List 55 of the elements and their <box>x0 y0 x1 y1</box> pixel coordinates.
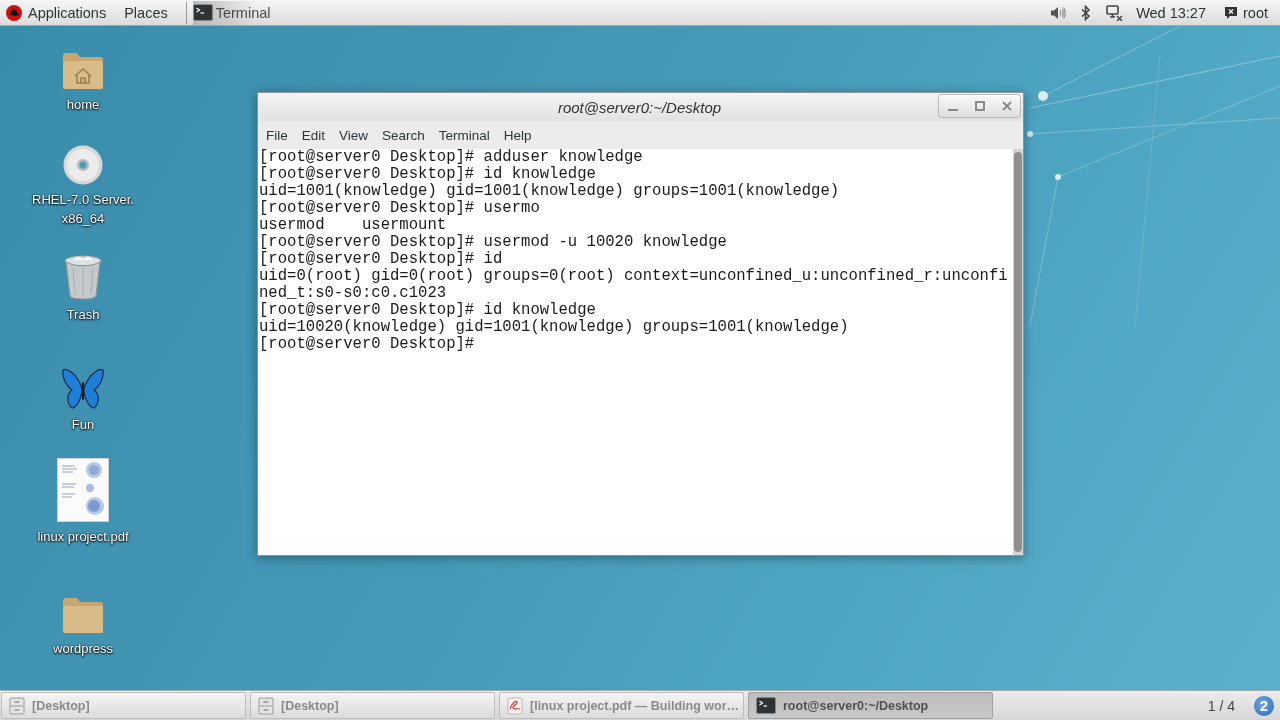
butterfly-icon <box>62 368 104 410</box>
disc-icon <box>63 145 103 185</box>
folder-icon <box>62 596 104 634</box>
terminal-line: uid=10020(knowledge) gid=1001(knowledge) groups=1001(knowledge) <box>259 319 850 336</box>
menu-item[interactable]: View <box>332 123 376 147</box>
taskbar-item-label: [Desktop] <box>32 698 90 713</box>
terminal-line: [root@server0 Desktop]# adduser knowledge <box>259 149 644 166</box>
terminal-line: [root@server0 Desktop]# id knowledge <box>259 166 597 183</box>
desktop-icon-label[interactable]: Trash <box>66 305 100 324</box>
terminal-line: ned_t:s0-s0:c0.c1023 <box>259 285 448 302</box>
menu-item[interactable]: Edit <box>294 123 333 147</box>
places-menu[interactable]: Places <box>122 0 170 25</box>
workspace-indicator[interactable]: 1 / 4 <box>1207 697 1235 714</box>
trash-icon <box>63 254 103 300</box>
app-menu-label: Terminal <box>215 4 271 21</box>
terminal-line: [root@server0 Desktop]# id <box>259 251 504 268</box>
close-icon <box>1001 101 1012 111</box>
desktop-icon-label[interactable]: home <box>66 95 100 114</box>
taskbar-item[interactable]: root@server0:~/Desktop <box>748 692 993 719</box>
terminal-line: [root@server0 Desktop]# <box>259 336 476 353</box>
network-icon[interactable] <box>1104 2 1125 23</box>
terminal-line: usermod usermount <box>259 217 448 234</box>
maximize-icon <box>974 101 985 111</box>
terminal-line: [root@server0 Desktop]# usermod -u 10020 knowledge <box>259 234 728 251</box>
applications-label: Applications <box>28 4 107 21</box>
chat-bubble-icon <box>1224 5 1238 20</box>
menu-item[interactable]: File <box>259 123 295 147</box>
taskbar-item-label: [linux project.pdf — Building wor… <box>530 698 739 713</box>
hat-logo-icon <box>6 4 22 21</box>
terminal-line: [root@server0 Desktop]# id knowledge <box>259 302 597 319</box>
desktop-icon-label[interactable]: linux project.pdf <box>37 527 129 546</box>
clock[interactable]: Wed 13:27 <box>1136 4 1206 21</box>
terminal-line: uid=0(root) gid=0(root) groups=0(root) context=unconfined_u:unconfined_r:unconfi <box>259 268 1009 285</box>
user-menu[interactable]: root <box>1224 4 1268 21</box>
terminal-line: uid=1001(knowledge) gid=1001(knowledge) groups=1001(knowledge) <box>259 183 841 200</box>
applications-menu[interactable]: Applications <box>4 0 109 25</box>
pdf-icon <box>507 696 523 715</box>
menu-item[interactable]: Search <box>375 123 432 147</box>
desktop-icon-label[interactable]: Fun <box>71 415 95 434</box>
taskbar-item-label: [Desktop] <box>281 698 339 713</box>
terminal-line: [root@server0 Desktop]# usermo <box>259 200 541 217</box>
terminal-icon <box>756 697 776 714</box>
user-name: root <box>1243 4 1268 21</box>
file-cabinet-icon <box>258 696 274 715</box>
taskbar-item-label: root@server0:~/Desktop <box>783 698 929 713</box>
document-thumbnail-icon <box>57 458 109 522</box>
window-title: root@server0:~/Desktop <box>557 98 722 116</box>
home-folder-icon <box>62 50 104 90</box>
terminal-app-icon <box>192 4 213 21</box>
desktop-icon-label[interactable]: wordpress <box>53 639 113 658</box>
file-cabinet-icon <box>9 696 25 715</box>
menu-item[interactable]: Terminal <box>431 123 497 147</box>
minimize-icon <box>947 109 958 111</box>
desktop-icon-label[interactable]: RHEL-7.0 Server. x86_64 <box>32 190 134 228</box>
menu-item[interactable]: Help <box>496 123 539 147</box>
